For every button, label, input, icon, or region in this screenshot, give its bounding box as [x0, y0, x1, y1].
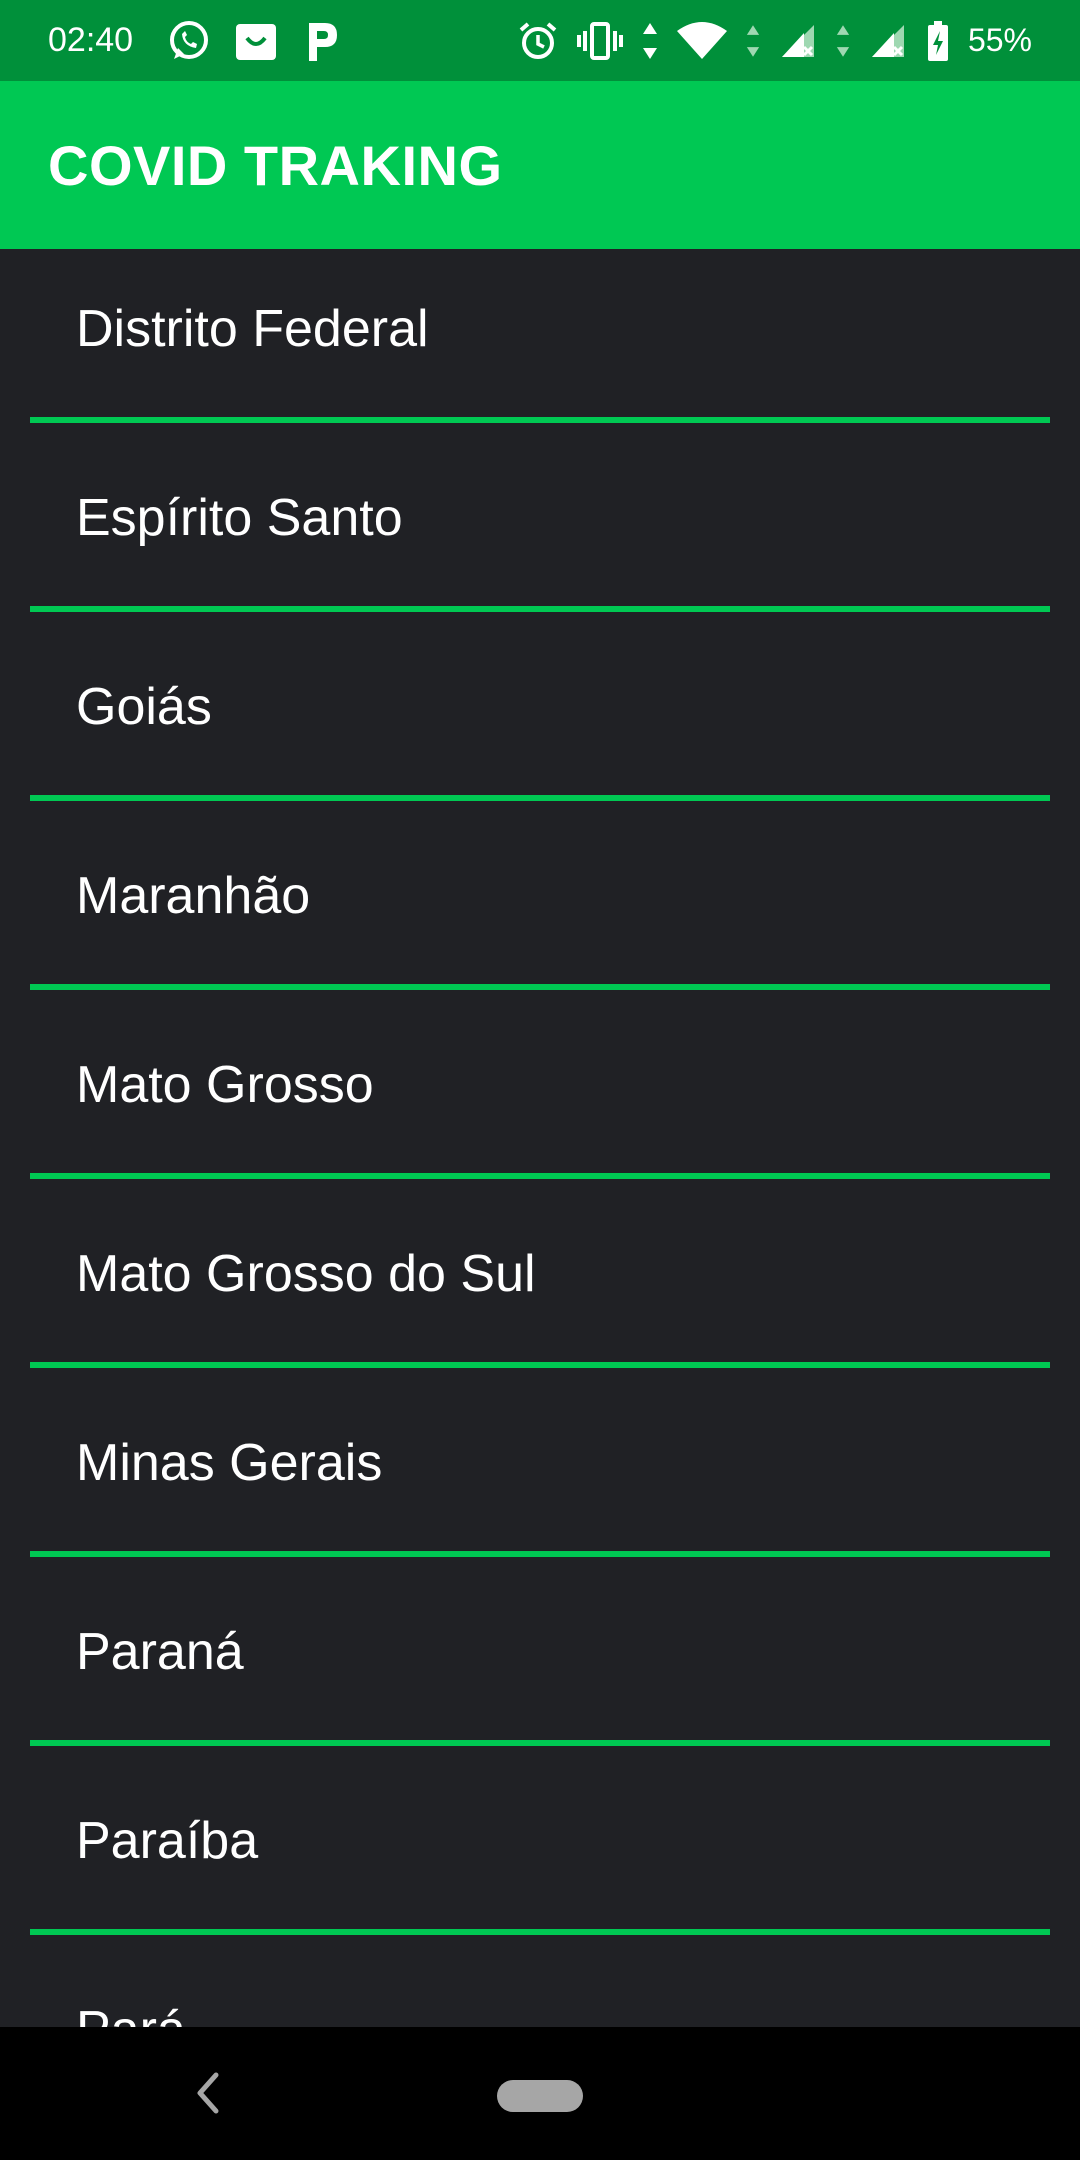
list-divider [30, 1362, 1050, 1368]
list-item-label: Pará [76, 2000, 186, 2027]
list-item-label: Distrito Federal [76, 300, 429, 358]
list-item-label: Espírito Santo [76, 489, 403, 547]
whatsapp-icon [167, 19, 211, 63]
list-divider [30, 606, 1050, 612]
app-title: COVID TRAKING [48, 133, 503, 197]
home-pill-icon[interactable] [497, 2080, 583, 2112]
status-bar-left: 02:40 [48, 18, 363, 64]
signal-no-sim-icon [778, 21, 818, 61]
list-item[interactable]: Distrito Federal [0, 249, 1080, 438]
status-bar: 02:40 55% [0, 0, 1080, 81]
list-item[interactable]: Paraíba [0, 1761, 1080, 1950]
list-item[interactable]: Espírito Santo [0, 438, 1080, 627]
states-list[interactable]: Distrito Federal Espírito Santo Goiás Ma… [0, 249, 1080, 2027]
list-item-label: Paraíba [76, 1812, 259, 1870]
list-item[interactable]: Maranhão [0, 816, 1080, 1005]
p-app-icon [301, 19, 341, 63]
list-item[interactable]: Mato Grosso do Sul [0, 1194, 1080, 1383]
signal-no-sim-icon [868, 21, 908, 61]
list-item[interactable]: Pará [0, 1950, 1080, 2027]
list-divider [30, 1740, 1050, 1746]
battery-icon [926, 20, 950, 62]
status-time: 02:40 [48, 21, 134, 59]
battery-percent: 55% [967, 22, 1032, 58]
list-item-label: Goiás [76, 678, 212, 736]
data-arrows-icon [642, 21, 658, 61]
wifi-icon [676, 21, 728, 61]
data-arrows-icon [746, 21, 760, 61]
list-divider [30, 417, 1050, 423]
shopping-bag-icon [233, 18, 279, 64]
list-item[interactable]: Paraná [0, 1572, 1080, 1761]
list-item[interactable]: Minas Gerais [0, 1383, 1080, 1572]
list-divider [30, 1551, 1050, 1557]
alarm-icon [518, 21, 558, 61]
list-item[interactable]: Mato Grosso [0, 1005, 1080, 1194]
list-item-label: Mato Grosso [76, 1056, 374, 1114]
data-arrows-icon [836, 21, 850, 61]
list-divider [30, 1173, 1050, 1179]
list-item[interactable]: Goiás [0, 627, 1080, 816]
list-item-label: Mato Grosso do Sul [76, 1245, 536, 1303]
list-item-label: Maranhão [76, 867, 311, 925]
app-bar: COVID TRAKING [0, 81, 1080, 249]
list-divider [30, 1929, 1050, 1935]
list-item-label: Paraná [76, 1623, 244, 1681]
list-divider [30, 984, 1050, 990]
list-divider [30, 795, 1050, 801]
vibrate-icon [576, 21, 624, 61]
back-icon[interactable] [190, 2067, 226, 2124]
list-item-label: Minas Gerais [76, 1434, 383, 1492]
status-bar-right: 55% [518, 20, 1032, 62]
